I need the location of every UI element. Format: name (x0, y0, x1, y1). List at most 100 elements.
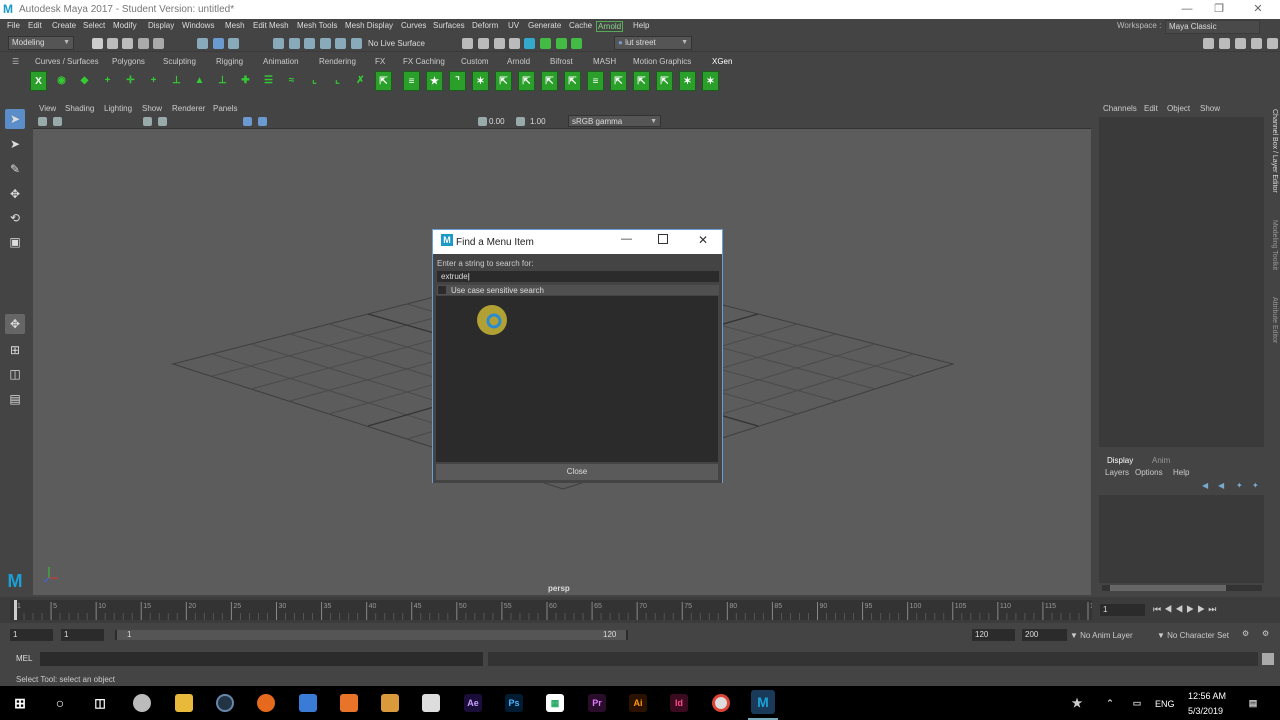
save-scene-icon[interactable] (122, 38, 133, 49)
render-settings-icon[interactable] (509, 38, 520, 49)
sublime-icon[interactable] (381, 694, 399, 712)
snap-surface-icon[interactable] (335, 38, 346, 49)
xgen-rotate-guide-icon[interactable]: + (145, 71, 162, 91)
move-tool-icon[interactable]: ✥ (5, 184, 25, 204)
action-center-icon[interactable]: ▤ (1244, 694, 1262, 712)
snap-curve-icon[interactable] (289, 38, 300, 49)
battery-icon[interactable]: ▭ (1128, 694, 1146, 712)
menu-generate[interactable]: Generate (528, 21, 561, 30)
xgen-guides-icon[interactable]: ◉ (53, 71, 70, 91)
exposure-value[interactable]: 0.00 (489, 117, 505, 126)
layer-help-menu[interactable]: Help (1173, 468, 1189, 477)
smooth-shade-icon[interactable] (258, 117, 267, 126)
xgen-guide-tool-icon[interactable]: ⊥ (214, 71, 231, 91)
case-sensitive-checkbox[interactable] (438, 286, 446, 294)
tab-polygons[interactable]: Polygons (112, 57, 145, 66)
viewport-menu-lighting[interactable]: Lighting (104, 104, 132, 113)
xgen-create-icon[interactable]: X (30, 71, 47, 91)
file-explorer-icon[interactable] (175, 694, 193, 712)
tab-fx-caching[interactable]: FX Caching (403, 57, 445, 66)
viewport-menu-renderer[interactable]: Renderer (172, 104, 205, 113)
live-surface-icon[interactable] (351, 38, 362, 49)
channel-object-menu[interactable]: Object (1167, 104, 1190, 113)
new-layer-selected-icon[interactable]: ✦ (1252, 481, 1259, 490)
menu-curves[interactable]: Curves (401, 21, 426, 30)
tab-bifrost[interactable]: Bifrost (550, 57, 573, 66)
timeline-ruler[interactable]: 1 5 10 15 20 25 30 35 40 45 50 55 60 65 70 75 80 85 90 95 10… (10, 600, 1102, 620)
current-frame-field[interactable]: 1 (1100, 604, 1145, 616)
firefox-icon[interactable] (257, 694, 275, 712)
playback-end-field[interactable]: 120 (972, 629, 1015, 641)
xgen-density-icon[interactable]: ✗ (352, 71, 369, 91)
system-app-icon[interactable] (133, 694, 151, 712)
paint-select-icon[interactable]: ✎ (5, 159, 25, 179)
xgen-lock-icon[interactable]: ▲ (191, 71, 208, 91)
viewport-menu-show[interactable]: Show (142, 104, 162, 113)
menu-cache[interactable]: Cache (569, 21, 592, 30)
menu-select[interactable]: Select (83, 21, 105, 30)
menu-mesh-tools[interactable]: Mesh Tools (297, 21, 337, 30)
tab-arnold[interactable]: Arnold (507, 57, 530, 66)
menu-file[interactable]: File (7, 21, 20, 30)
cortana-icon[interactable]: ○ (51, 694, 69, 712)
grid-toggle-icon[interactable] (143, 117, 152, 126)
attribute-editor-icon[interactable] (1219, 38, 1230, 49)
start-icon[interactable]: ⊞ (11, 694, 29, 712)
xgen-sculpt-icon[interactable]: ◆ (76, 71, 93, 91)
premiere-icon[interactable]: Pr (588, 694, 606, 712)
menu-help[interactable]: Help (633, 21, 649, 30)
xgen-groom-icon[interactable]: ≈ (283, 71, 300, 91)
anim-prefs-icon[interactable]: ⚙ (1242, 629, 1249, 638)
arnold-light-icon[interactable] (556, 38, 567, 49)
close-window-button[interactable]: ✕ (1235, 0, 1280, 19)
tab-xgen[interactable]: XGen (712, 57, 732, 66)
chrome-icon[interactable] (712, 694, 730, 712)
menu-modify[interactable]: Modify (113, 21, 137, 30)
channel-box-icon[interactable] (1251, 38, 1262, 49)
hidden-icons-chevron-icon[interactable]: ⌃ (1101, 694, 1119, 712)
gamma-value[interactable]: 1.00 (530, 117, 546, 126)
hypershade-icon[interactable] (524, 38, 535, 49)
end-time-field[interactable]: 200 (1022, 629, 1067, 641)
layer-move-up-icon[interactable]: ◀ (1202, 481, 1208, 490)
arnold-render-icon[interactable] (540, 38, 551, 49)
playback-start-field[interactable]: 1 (61, 629, 104, 641)
xgen-move-guide-icon[interactable]: ✛ (122, 71, 139, 91)
playback-controls[interactable]: ⏮◀◀▶▶⏭ (1153, 604, 1219, 615)
side-tab-modeling-toolkit[interactable]: Modeling Toolkit (1268, 220, 1278, 270)
camera-attr-icon[interactable] (53, 117, 62, 126)
side-tab-attribute-editor[interactable]: Attribute Editor (1268, 297, 1278, 343)
film-gate-icon[interactable] (158, 117, 167, 126)
illustrator-icon[interactable]: Ai (629, 694, 647, 712)
clock-date[interactable]: 5/3/2019 (1188, 706, 1223, 716)
menu-set-select[interactable]: Modeling ▼ (8, 36, 74, 50)
tab-animation[interactable]: Animation (263, 57, 299, 66)
xgen-tool-3-icon[interactable]: ⌝ (449, 71, 466, 91)
photoshop-icon[interactable]: Ps (505, 694, 523, 712)
snap-view-icon[interactable] (320, 38, 331, 49)
maya-taskbar-icon[interactable]: M (751, 690, 775, 714)
redo-icon[interactable] (153, 38, 164, 49)
tab-rigging[interactable]: Rigging (216, 57, 243, 66)
command-input[interactable] (40, 652, 483, 666)
xgen-tool-1-icon[interactable]: ≡ (403, 71, 420, 91)
tab-anim[interactable]: Anim (1152, 456, 1170, 465)
layer-editor-icon[interactable] (1267, 38, 1278, 49)
open-scene-icon[interactable] (107, 38, 118, 49)
start-time-field[interactable]: 1 (10, 629, 53, 641)
layer-scrollbar[interactable] (1102, 585, 1262, 591)
tab-fx[interactable]: FX (375, 57, 385, 66)
xampp-icon[interactable] (340, 694, 358, 712)
channel-edit-menu[interactable]: Edit (1144, 104, 1158, 113)
indesign-icon[interactable]: Id (670, 694, 688, 712)
dialog-minimize-button[interactable]: — (621, 233, 632, 245)
outliner-layout-icon[interactable]: ▤ (5, 389, 25, 409)
character-set-select[interactable]: ▼ No Character Set (1157, 631, 1229, 640)
people-icon[interactable]: ★ (1068, 694, 1086, 712)
tab-display[interactable]: Display (1107, 456, 1133, 465)
xgen-tool-9-icon[interactable]: ≡ (587, 71, 604, 91)
script-editor-icon[interactable] (1262, 653, 1274, 665)
xgen-tool-13-icon[interactable]: ✶ (679, 71, 696, 91)
xgen-tool-12-icon[interactable]: ⇱ (656, 71, 673, 91)
menu-edit-mesh[interactable]: Edit Mesh (253, 21, 289, 30)
